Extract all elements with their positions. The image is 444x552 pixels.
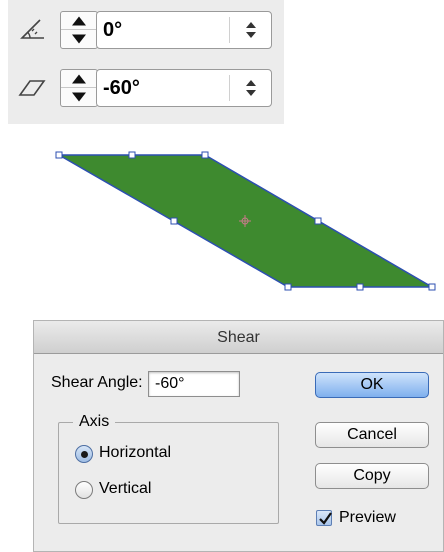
shear-angle-row: -60° [8,66,284,108]
shear-angle-dropdown[interactable] [230,70,271,106]
dialog-titlebar[interactable]: Shear [34,321,443,354]
handle-top-left[interactable] [55,151,63,159]
rotate-increment-button[interactable] [61,12,97,30]
ok-button[interactable]: OK [315,372,429,398]
checkmark-icon [319,512,332,525]
rotate-angle-icon [18,16,46,42]
shear-angle-input[interactable]: -60° [148,371,240,397]
sheared-shape-canvas [55,151,436,291]
shear-angle-input-value[interactable]: -60° [155,375,185,393]
preview-label[interactable]: Preview [339,509,396,527]
dialog-title: Shear [217,329,260,346]
arrow-up-icon [72,16,86,25]
shear-angle-icon [18,74,46,100]
cancel-button[interactable]: Cancel [315,422,429,448]
rotate-angle-field[interactable]: 0° [96,11,272,49]
horizontal-radio-label[interactable]: Horizontal [99,444,171,462]
handle-bottom-right[interactable] [428,283,436,291]
shear-angle-field[interactable]: -60° [96,69,272,107]
shear-dialog: Shear Shear Angle: -60° Axis Horizontal … [33,320,444,552]
vertical-radio-label[interactable]: Vertical [99,480,151,498]
radio-selected-dot [81,451,88,458]
transform-controls-panel: 0° -60° [8,0,284,124]
axis-group: Axis Horizontal Vertical [58,413,279,524]
arrow-up-icon [72,74,86,83]
horizontal-radio[interactable] [75,445,93,463]
copy-button[interactable]: Copy [315,463,429,489]
rotate-decrement-button[interactable] [61,30,97,48]
shear-angle-stepper[interactable] [60,69,98,107]
handle-middle-left[interactable] [170,217,178,225]
handle-top-middle[interactable] [128,151,136,159]
up-down-chevron-icon [245,22,256,38]
arrow-down-icon [72,92,86,102]
handle-middle-right[interactable] [314,217,322,225]
vertical-radio[interactable] [75,481,93,499]
rotate-angle-stepper[interactable] [60,11,98,49]
shear-angle-label: Shear Angle: [51,374,143,391]
rotate-angle-value[interactable]: 0° [103,19,122,42]
handle-bottom-middle[interactable] [356,283,364,291]
shear-angle-value[interactable]: -60° [103,77,140,100]
axis-group-label: Axis [73,413,116,431]
rotate-angle-row: 0° [8,8,284,50]
arrow-down-icon [72,34,86,44]
handle-bottom-left[interactable] [284,283,292,291]
rotate-angle-dropdown[interactable] [230,12,271,48]
shear-decrement-button[interactable] [61,88,97,106]
up-down-chevron-icon [245,80,256,96]
preview-checkbox[interactable] [316,510,332,526]
handle-top-right[interactable] [201,151,209,159]
shear-increment-button[interactable] [61,70,97,88]
